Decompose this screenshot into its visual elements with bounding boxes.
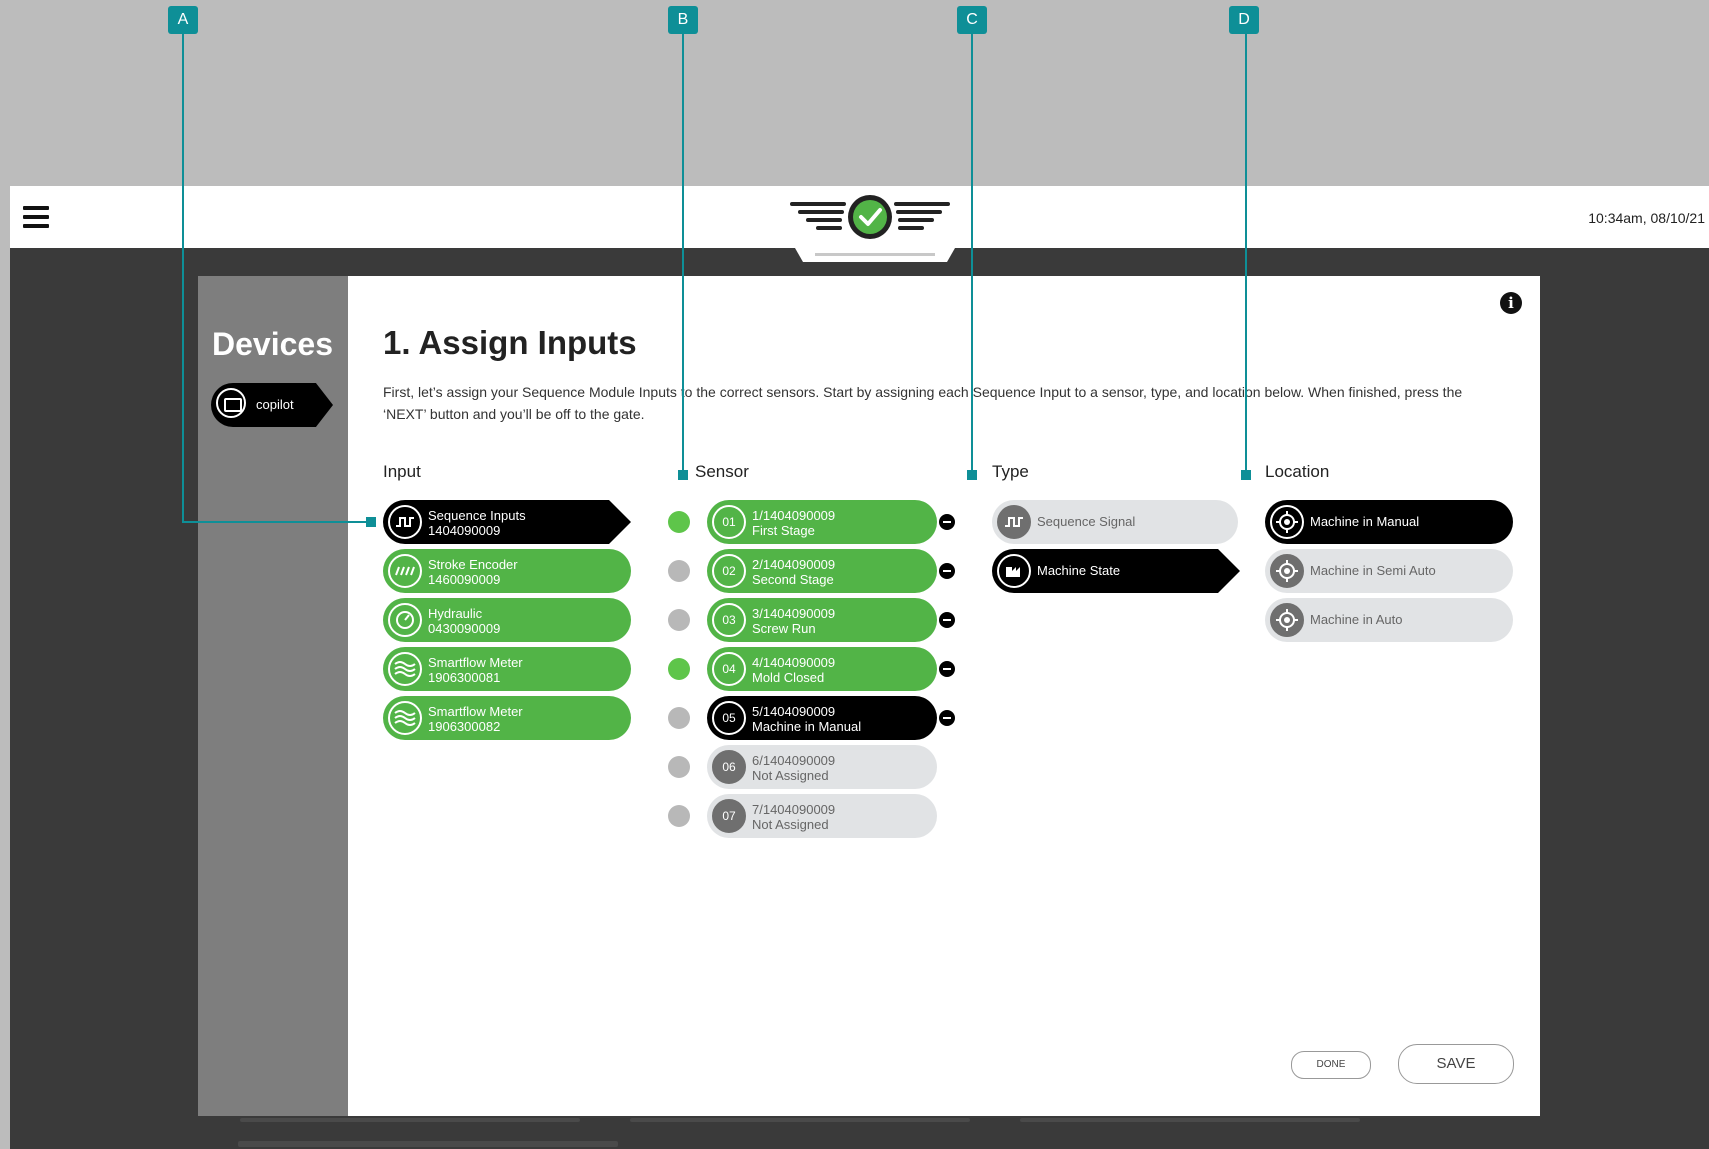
callout-lines — [182, 34, 1251, 527]
callout-label-a: A — [168, 6, 198, 34]
callout-label-d: D — [1229, 6, 1259, 34]
callout-label-c: C — [957, 6, 987, 34]
callout-label-b: B — [668, 6, 698, 34]
